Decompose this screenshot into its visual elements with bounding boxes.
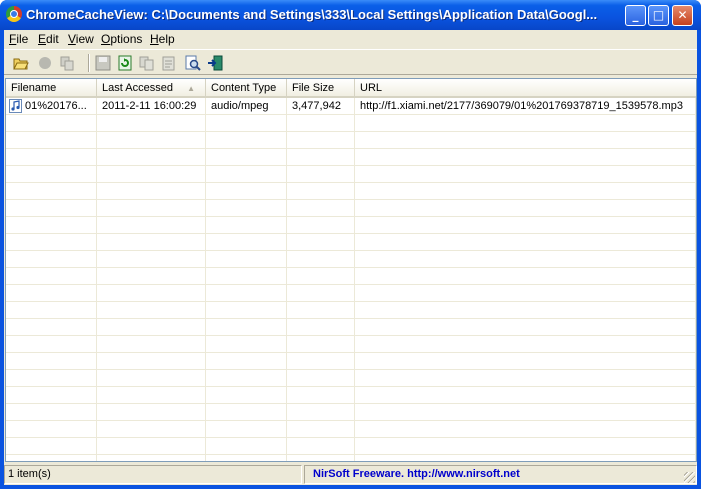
grid-line xyxy=(6,437,696,438)
toolbar xyxy=(4,49,697,75)
grid-line xyxy=(354,98,355,461)
table-row[interactable]: 01%20176... 2011-2-11 16:00:29 audio/mpe… xyxy=(6,98,696,115)
stop-icon[interactable] xyxy=(36,54,54,72)
menu-options[interactable]: Options xyxy=(101,32,142,46)
grid-line xyxy=(6,233,696,234)
sort-arrow-icon: ▲ xyxy=(187,84,195,93)
cell-content-type: audio/mpeg xyxy=(211,100,269,112)
grid-line xyxy=(6,165,696,166)
cell-url: http://f1.xiami.net/2177/369079/01%20176… xyxy=(360,100,683,112)
grid-line xyxy=(96,98,97,461)
list-header: Filename Last Accessed ▲ Content Type Fil… xyxy=(6,79,696,98)
grid-line xyxy=(6,216,696,217)
cell-last-accessed: 2011-2-11 16:00:29 xyxy=(102,100,197,112)
copy-icon[interactable] xyxy=(138,54,156,72)
grid-line xyxy=(6,284,696,285)
window-title: ChromeCacheView: C:\Documents and Settin… xyxy=(26,7,598,22)
column-header-filename[interactable]: Filename xyxy=(6,79,97,98)
grid-line xyxy=(6,318,696,319)
grid-line xyxy=(6,454,696,455)
grid-line xyxy=(205,98,206,461)
cache-list[interactable]: Filename Last Accessed ▲ Content Type Fil… xyxy=(5,78,697,462)
cell-filename: 01%20176... xyxy=(25,100,87,112)
save-icon[interactable] xyxy=(94,54,112,72)
grid-line xyxy=(6,335,696,336)
grid-line xyxy=(6,267,696,268)
grid-line xyxy=(695,98,696,461)
nirsoft-link[interactable]: NirSoft Freeware. http://www.nirsoft.net xyxy=(304,465,697,484)
client-area: File Edit View Options Help Filename Las… xyxy=(4,30,697,485)
resize-grip[interactable] xyxy=(684,472,695,483)
grid-line xyxy=(6,182,696,183)
menu-file[interactable]: File xyxy=(9,32,28,46)
grid-line xyxy=(286,98,287,461)
title-bar[interactable]: ChromeCacheView: C:\Documents and Settin… xyxy=(0,0,701,30)
menu-edit[interactable]: Edit xyxy=(38,32,59,46)
status-item-count: 1 item(s) xyxy=(4,465,302,484)
minimize-button[interactable]: _ xyxy=(625,5,646,26)
close-button[interactable]: ✕ xyxy=(672,5,693,26)
column-header-url[interactable]: URL xyxy=(355,79,696,98)
copy-files-icon[interactable] xyxy=(58,54,76,72)
app-window: ChromeCacheView: C:\Documents and Settin… xyxy=(0,0,701,489)
audio-file-icon xyxy=(9,99,22,113)
grid-line xyxy=(6,386,696,387)
grid-line xyxy=(6,403,696,404)
menu-help[interactable]: Help xyxy=(150,32,175,46)
column-header-file-size[interactable]: File Size xyxy=(287,79,355,98)
maximize-button[interactable]: □ xyxy=(648,5,669,26)
menu-bar: File Edit View Options Help xyxy=(4,30,697,48)
chrome-app-icon[interactable] xyxy=(6,6,22,22)
find-icon[interactable] xyxy=(184,54,202,72)
grid-line xyxy=(6,250,696,251)
open-folder-icon[interactable] xyxy=(12,54,30,72)
grid-line xyxy=(6,199,696,200)
grid-line xyxy=(6,369,696,370)
grid-line xyxy=(6,420,696,421)
grid-line xyxy=(6,301,696,302)
column-header-last-accessed[interactable]: Last Accessed ▲ xyxy=(97,79,206,98)
properties-icon[interactable] xyxy=(160,54,178,72)
column-header-content-type[interactable]: Content Type xyxy=(206,79,287,98)
exit-icon[interactable] xyxy=(206,54,224,72)
grid-line xyxy=(6,148,696,149)
toolbar-separator xyxy=(88,54,90,72)
grid-line xyxy=(6,131,696,132)
refresh-icon[interactable] xyxy=(116,54,134,72)
cell-file-size: 3,477,942 xyxy=(292,100,341,112)
menu-view[interactable]: View xyxy=(68,32,94,46)
grid-line xyxy=(6,352,696,353)
status-bar: 1 item(s) NirSoft Freeware. http://www.n… xyxy=(4,464,697,485)
